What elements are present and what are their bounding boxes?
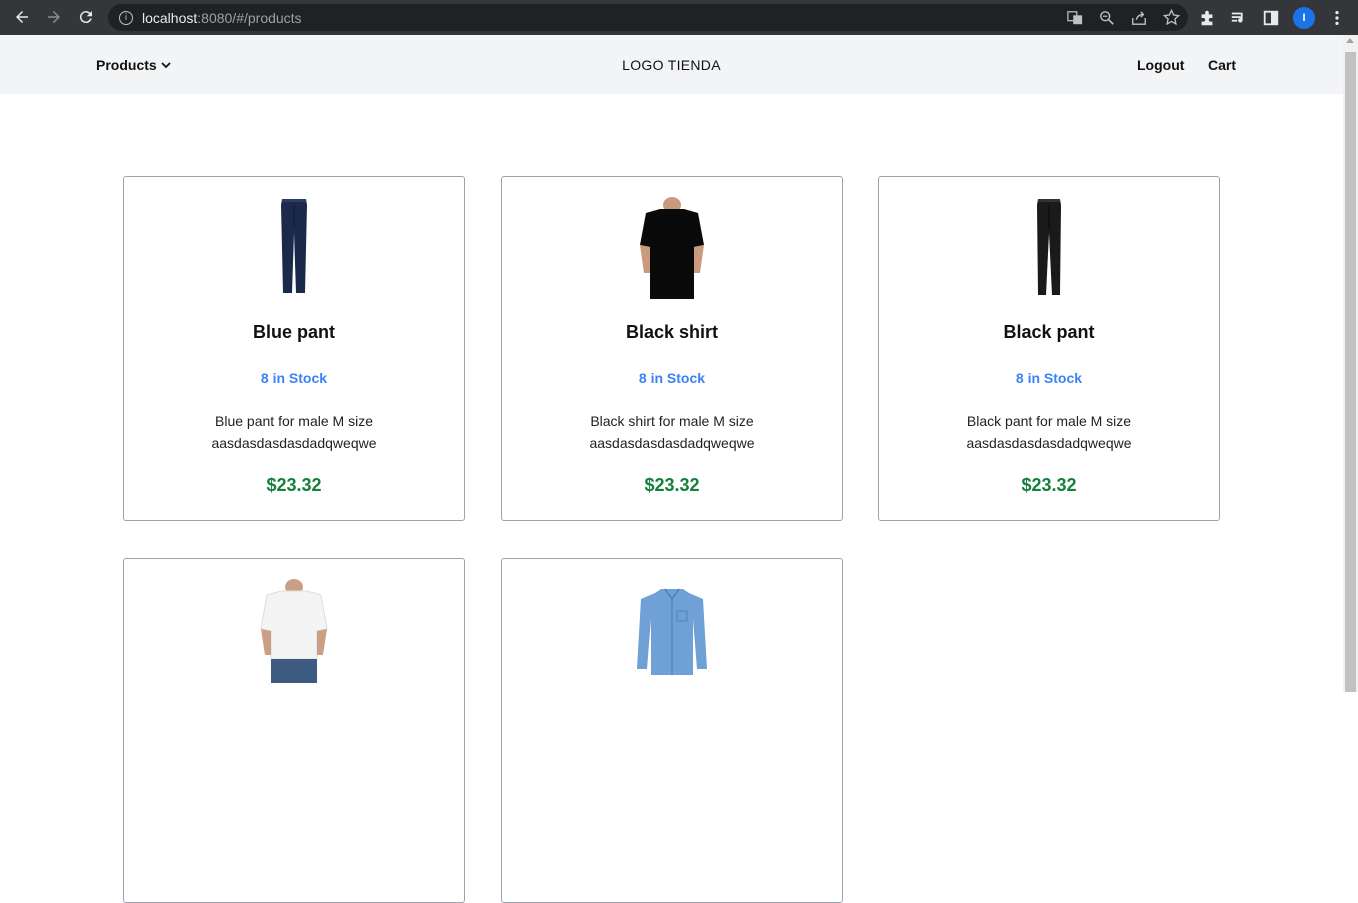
back-icon[interactable] xyxy=(6,1,38,33)
product-card[interactable] xyxy=(123,558,465,903)
product-price: $23.32 xyxy=(266,475,322,495)
scroll-up-arrow-icon[interactable] xyxy=(1346,38,1354,43)
product-stock: 8 in Stock xyxy=(1015,370,1083,386)
product-price: $23.32 xyxy=(644,475,700,495)
forward-icon[interactable] xyxy=(38,1,70,33)
cart-link[interactable]: Cart xyxy=(1208,57,1236,73)
product-image xyxy=(124,579,464,683)
product-description: Blue pant for male M size aasdasdasdasda… xyxy=(211,413,377,451)
info-icon[interactable]: i xyxy=(119,10,133,25)
address-bar[interactable]: i localhost:8080/#/products xyxy=(108,4,1188,31)
profile-avatar[interactable]: I xyxy=(1293,6,1315,29)
product-stock: 8 in Stock xyxy=(638,370,706,386)
product-image xyxy=(124,197,464,301)
product-card[interactable]: Blue pant 8 in Stock Blue pant for male … xyxy=(123,176,465,521)
share-icon[interactable] xyxy=(1130,9,1148,27)
product-name: Blue pant xyxy=(252,322,335,342)
menu-icon[interactable] xyxy=(1327,8,1347,28)
zoom-icon[interactable] xyxy=(1098,9,1116,27)
product-image xyxy=(502,197,842,301)
product-image xyxy=(879,197,1219,301)
site-header: Products LOGO TIENDA Logout Cart xyxy=(0,35,1343,94)
product-stock: 8 in Stock xyxy=(260,370,328,386)
product-price: $23.32 xyxy=(1021,475,1077,495)
product-card[interactable] xyxy=(501,558,843,903)
extensions-icon[interactable] xyxy=(1197,8,1217,28)
product-name: Black pant xyxy=(1003,322,1095,342)
url-text[interactable]: localhost:8080/#/products xyxy=(142,10,302,26)
product-description: Black pant for male M size aasdasdasdasd… xyxy=(966,413,1132,451)
product-name: Black shirt xyxy=(625,322,719,342)
browser-toolbar: i localhost:8080/#/products I xyxy=(0,0,1358,35)
scrollbar-thumb[interactable] xyxy=(1345,52,1356,692)
logout-link[interactable]: Logout xyxy=(1137,57,1184,73)
media-icon[interactable] xyxy=(1229,8,1249,28)
sidepanel-icon[interactable] xyxy=(1261,8,1281,28)
product-card[interactable]: Black shirt 8 in Stock Black shirt for m… xyxy=(501,176,843,521)
reload-icon[interactable] xyxy=(70,1,102,33)
page-scrollbar[interactable] xyxy=(1343,35,1358,692)
product-description: Black shirt for male M size aasdasdasdas… xyxy=(589,413,755,451)
star-icon[interactable] xyxy=(1162,9,1180,27)
product-card[interactable]: Black pant 8 in Stock Black pant for mal… xyxy=(878,176,1220,521)
translate-icon[interactable] xyxy=(1066,9,1084,27)
product-image xyxy=(502,587,842,691)
